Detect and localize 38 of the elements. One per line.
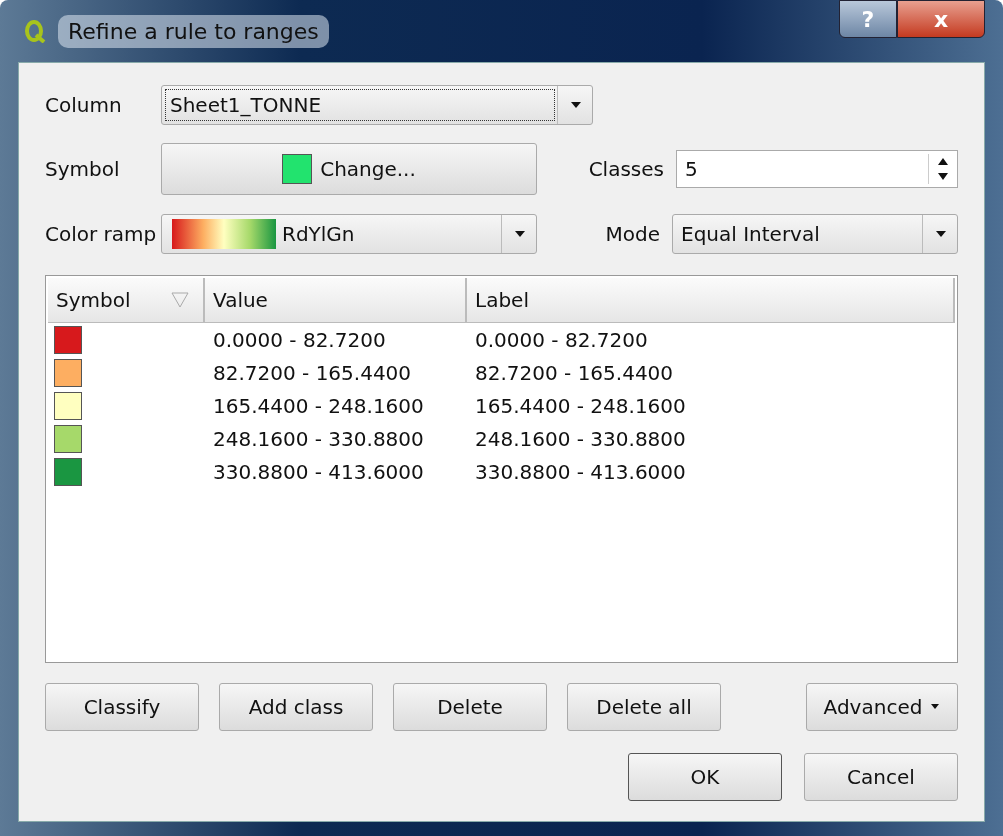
field-label: Color ramp <box>45 222 158 246</box>
table-cell-text: 0.0000 - 82.7200 <box>474 327 649 352</box>
dropdown-arrow-icon <box>570 101 582 109</box>
column-header[interactable]: Symbol <box>48 278 205 322</box>
table-cell-text: 330.8800 - 413.6000 <box>474 459 687 484</box>
column-header[interactable]: Label <box>467 278 955 322</box>
table-cell-text: 82.7200 - 165.4400 <box>212 360 413 385</box>
close-button[interactable]: x <box>897 0 985 38</box>
field-label: Mode <box>605 222 660 246</box>
table-cell-text: 82.7200 - 165.4400 <box>474 360 675 385</box>
column-dropdown[interactable]: Sheet1_TONNE <box>161 85 593 125</box>
advanced-button[interactable]: Advanced <box>806 683 958 731</box>
field-label: Column <box>45 93 123 117</box>
table-cell-text: 330.8800 - 413.6000 <box>212 459 425 484</box>
action-button[interactable]: Delete all <box>567 683 721 731</box>
table-cell-text: 165.4400 - 248.1600 <box>474 393 687 418</box>
caret-icon <box>930 704 941 710</box>
classes-spinbox[interactable]: 5 <box>676 150 958 188</box>
dropdown-arrow-icon <box>514 230 526 238</box>
app-logo-icon <box>24 19 46 43</box>
sort-indicator-icon <box>171 292 189 308</box>
window-title: Refine a rule to ranges <box>58 14 329 48</box>
dialog-button[interactable]: Cancel <box>804 753 958 801</box>
action-button[interactable]: Delete <box>393 683 547 731</box>
mode-dropdown[interactable]: Equal Interval <box>672 214 958 254</box>
color-ramp-dropdown[interactable]: RdYlGn <box>161 214 537 254</box>
table-cell-text: 165.4400 - 248.1600 <box>212 393 425 418</box>
field-label: Classes <box>588 157 664 181</box>
change-symbol-button[interactable]: Change... <box>161 143 537 195</box>
dialog-button[interactable]: OK <box>628 753 782 801</box>
column-header[interactable]: Value <box>205 278 467 322</box>
action-button[interactable]: Add class <box>219 683 373 731</box>
table-cell-text: 248.1600 - 330.8800 <box>474 426 687 451</box>
field-label: Symbol <box>45 157 121 181</box>
dropdown-arrow-icon <box>935 230 947 238</box>
table-cell-text: 0.0000 - 82.7200 <box>212 327 387 352</box>
action-button[interactable]: Classify <box>45 683 199 731</box>
table-cell-text: 248.1600 - 330.8800 <box>212 426 425 451</box>
